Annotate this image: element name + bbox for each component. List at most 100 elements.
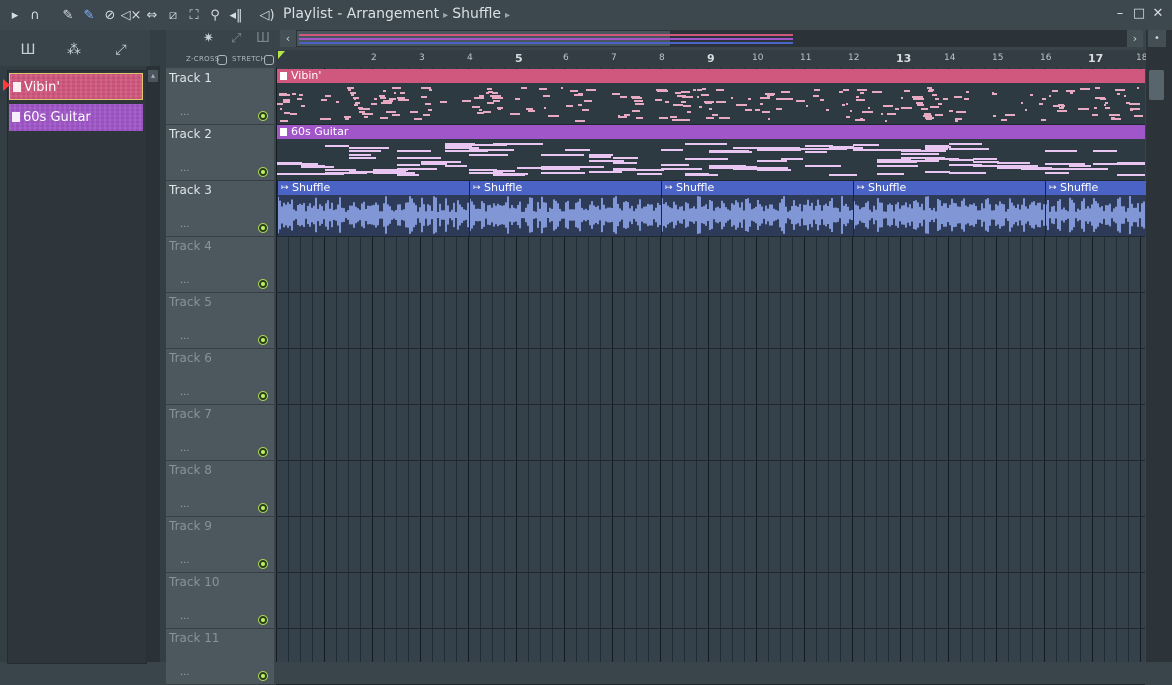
note (731, 97, 733, 99)
track-options-icon[interactable]: ... (180, 611, 190, 622)
clip-vibin[interactable]: Vibin' (277, 69, 1145, 124)
magnet-icon[interactable]: ∩ (27, 7, 43, 23)
track-header[interactable]: Track 4... (166, 237, 274, 293)
clip-shuffle[interactable]: ↦ Shuffle (469, 181, 662, 236)
track-mute-led[interactable] (258, 279, 268, 289)
piano-icon[interactable]: Ш (18, 42, 38, 58)
stretch-label: STRETCH (232, 55, 267, 63)
menu-dot-icon[interactable]: • (1148, 30, 1166, 47)
scroll-thumb[interactable] (1149, 70, 1164, 100)
delete-icon[interactable]: ⊘ (102, 7, 118, 23)
speaker-icon[interactable]: ◁) (259, 7, 275, 23)
select-icon[interactable]: ⛶ (186, 7, 202, 23)
track-mute-led[interactable] (258, 615, 268, 625)
clip-shuffle[interactable]: ↦ Shuffle (661, 181, 854, 236)
track-options-icon[interactable]: ... (180, 219, 190, 230)
track-options-icon[interactable]: ... (180, 499, 190, 510)
track-options-icon[interactable]: ... (180, 275, 190, 286)
track-mute-led[interactable] (258, 671, 268, 681)
note (1080, 88, 1090, 90)
title-part-clip[interactable]: Shuffle (452, 6, 501, 22)
note (299, 94, 303, 96)
note (954, 96, 962, 98)
ruler-bar-number: 3 (419, 53, 425, 63)
clip-shuffle[interactable]: ↦ Shuffle (1045, 181, 1146, 236)
track-options-icon[interactable]: ... (180, 555, 190, 566)
note (1117, 93, 1120, 95)
ruler-bar-number: 15 (992, 53, 1004, 63)
note (493, 173, 528, 175)
track-mute-led[interactable] (258, 111, 268, 121)
track-header[interactable]: Track 2... (166, 125, 274, 181)
scroll-up-icon[interactable]: ▴ (148, 70, 158, 82)
chevron-right-icon[interactable]: ▸ (505, 10, 510, 21)
track-mute-led[interactable] (258, 335, 268, 345)
zoom-icon[interactable]: ⚲ (207, 7, 223, 23)
vertical-scrollbar[interactable] (1146, 30, 1172, 662)
track-header[interactable]: Track 7... (166, 405, 274, 461)
track-options-icon[interactable]: ... (180, 107, 190, 118)
note (785, 98, 793, 100)
track-mute-led[interactable] (258, 559, 268, 569)
automation-clip-icon[interactable]: ⤢ (231, 31, 241, 46)
track-header[interactable]: Track 3... (166, 181, 274, 237)
maximize-icon[interactable]: □ (1131, 6, 1147, 22)
note (392, 114, 400, 116)
track-options-icon[interactable]: ... (180, 443, 190, 454)
track-mute-led[interactable] (258, 447, 268, 457)
track-options-icon[interactable]: ... (180, 331, 190, 342)
scroll-left-icon[interactable]: ‹ (280, 30, 296, 47)
clip-60s-guitar[interactable]: 60s Guitar (277, 125, 1145, 180)
scroll-right-icon[interactable]: › (1127, 30, 1143, 47)
clip-shuffle[interactable]: ↦ Shuffle (277, 181, 470, 236)
track-name: Track 6 (169, 351, 212, 365)
track-header[interactable]: Track 1... (166, 69, 274, 125)
playback-icon[interactable]: ◂‖ (228, 7, 244, 23)
slice-icon[interactable]: ⧄ (165, 7, 181, 23)
note (292, 93, 296, 95)
note (477, 112, 482, 114)
playhead-marker-icon[interactable] (278, 51, 285, 59)
track-options-icon[interactable]: ... (180, 163, 190, 174)
clip-shuffle[interactable]: ↦ Shuffle (853, 181, 1046, 236)
track-options-icon[interactable]: ... (180, 387, 190, 398)
brush-icon[interactable]: ✎ (81, 7, 97, 23)
minimize-icon[interactable]: – (1112, 6, 1128, 22)
track-mute-led[interactable] (258, 391, 268, 401)
note (682, 96, 693, 98)
close-icon[interactable]: ✕ (1150, 6, 1166, 22)
track-header[interactable]: Track 11... (166, 629, 274, 685)
note (843, 89, 849, 91)
play-arrow-icon[interactable]: ▸ (9, 7, 21, 23)
clip-label: Shuffle (868, 181, 907, 194)
picker-item-vibin[interactable]: Vibin' (9, 73, 143, 100)
track-header[interactable]: Track 10... (166, 573, 274, 629)
track-header[interactable]: Track 5... (166, 293, 274, 349)
track-mute-led[interactable] (258, 223, 268, 233)
note (541, 154, 584, 156)
picker-item-60s-guitar[interactable]: 60s Guitar (9, 104, 143, 131)
slip-icon[interactable]: ⇔ (144, 7, 160, 23)
track-header[interactable]: Track 6... (166, 349, 274, 405)
track-header[interactable]: Track 8... (166, 461, 274, 517)
pencil-icon[interactable]: ✎ (60, 7, 76, 23)
ruler-bar-number: 4 (467, 53, 473, 63)
audio-wave-icon[interactable]: ⁂ (64, 42, 84, 58)
note (280, 120, 288, 122)
audio-clip-icon[interactable]: ✷ (203, 31, 214, 46)
clip-header: ↦ Shuffle (278, 181, 470, 195)
note (993, 115, 996, 117)
title-part-arrangement[interactable]: Arrangement (347, 6, 439, 22)
automation-icon[interactable]: ⤢ (111, 42, 131, 58)
mute-icon[interactable]: ◁× (121, 7, 142, 23)
pattern-clip-icon[interactable]: Ш (256, 31, 270, 46)
stretch-toggle[interactable] (264, 55, 274, 65)
track-name: Track 5 (169, 295, 212, 309)
track-mute-led[interactable] (258, 503, 268, 513)
zcross-toggle[interactable] (217, 55, 227, 65)
picker-scrollbar[interactable] (146, 66, 160, 662)
overview-track-2 (299, 38, 793, 40)
track-options-icon[interactable]: ... (180, 667, 190, 678)
track-header[interactable]: Track 9... (166, 517, 274, 573)
track-mute-led[interactable] (258, 167, 268, 177)
